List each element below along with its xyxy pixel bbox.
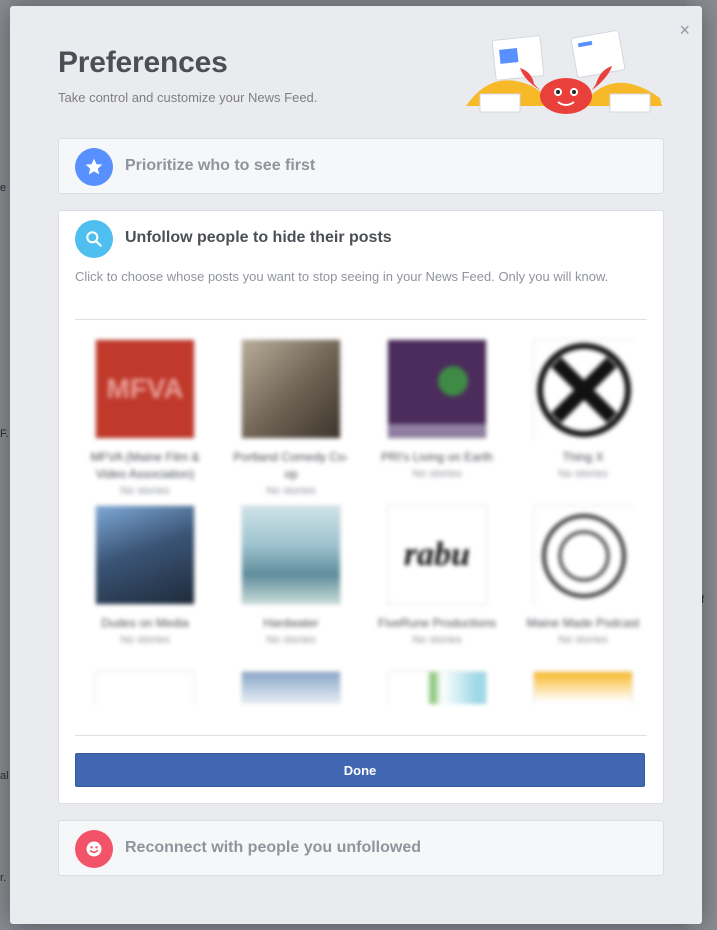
page-thumbnail: MFVA <box>95 339 195 439</box>
page-name: Portland Comedy Co-op <box>233 450 349 481</box>
page-tile[interactable]: rabu FiveRune Productions No stories <box>367 505 507 648</box>
page-tile[interactable]: MFVA MFVA (Maine Film & Video Association… <box>75 339 215 499</box>
preferences-modal: × Preferences Take control and customize… <box>10 6 702 924</box>
page-thumbnail <box>387 339 487 439</box>
page-thumbnail <box>241 339 341 439</box>
page-story-count: No stories <box>412 634 462 646</box>
page-tile[interactable]: Hardwater No stories <box>221 505 361 648</box>
pages-grid: MFVA MFVA (Maine Film & Video Association… <box>75 339 647 704</box>
prioritize-title: Prioritize who to see first <box>125 157 316 174</box>
background-text-fragment: r. <box>0 872 7 884</box>
star-icon <box>75 148 113 186</box>
page-story-count: No stories <box>558 468 608 480</box>
smile-icon <box>75 830 113 868</box>
page-story-count: No stories <box>120 485 170 497</box>
background-left-column: e F. al r. <box>0 0 10 930</box>
crab-illustration <box>466 29 662 114</box>
page-thumbnail <box>533 671 633 704</box>
divider <box>75 735 647 736</box>
page-tile[interactable]: Maine Made Podcast No stories <box>513 505 647 648</box>
search-icon <box>75 220 113 258</box>
done-button[interactable]: Done <box>75 753 645 787</box>
page-subtitle: Take control and customize your News Fee… <box>58 90 318 105</box>
divider <box>75 319 647 320</box>
page-thumbnail <box>241 505 341 605</box>
background-text-fragment: al <box>0 770 9 782</box>
page-tile[interactable]: Dudes on Media No stories <box>75 505 215 648</box>
page-tile[interactable] <box>75 671 215 704</box>
page-name: PRI's Living on Earth <box>381 450 493 464</box>
page-thumbnail: rabu <box>387 505 487 605</box>
page-story-count: No stories <box>558 634 608 646</box>
page-thumbnail <box>533 339 634 440</box>
page-story-count: No stories <box>266 485 316 497</box>
page-thumbnail <box>241 671 341 704</box>
page-name: Thing X <box>562 450 604 464</box>
page-tile[interactable] <box>367 671 507 704</box>
page-tile[interactable] <box>221 671 361 704</box>
page-story-count: No stories <box>266 634 316 646</box>
page-tile[interactable]: PRI's Living on Earth No stories <box>367 339 507 482</box>
page-name: Maine Made Podcast <box>526 616 640 630</box>
prioritize-section[interactable]: Prioritize who to see first <box>58 138 664 194</box>
page-story-count: No stories <box>412 468 462 480</box>
background-text-fragment: e <box>0 182 7 194</box>
page-thumbnail <box>95 671 195 704</box>
page-name: Hardwater <box>263 616 319 630</box>
unfollow-section: Unfollow people to hide their posts Clic… <box>58 210 664 804</box>
page-name: MFVA (Maine Film & Video Association) <box>90 450 200 481</box>
reconnect-title: Reconnect with people you unfollowed <box>125 839 422 856</box>
background-text-fragment: F. <box>0 428 9 440</box>
page-tile[interactable] <box>513 671 647 704</box>
unfollow-title: Unfollow people to hide their posts <box>125 229 392 246</box>
page-tile[interactable]: Portland Comedy Co-op No stories <box>221 339 361 499</box>
page-title: Preferences <box>58 46 228 79</box>
unfollow-description: Click to choose whose posts you want to … <box>75 269 609 284</box>
reconnect-section[interactable]: Reconnect with people you unfollowed <box>58 820 664 876</box>
page-thumbnail <box>533 505 634 606</box>
page-thumbnail <box>387 671 487 704</box>
page-thumbnail <box>95 505 195 605</box>
page-tile[interactable]: Thing X No stories <box>513 339 647 482</box>
page-name: FiveRune Productions <box>377 616 497 630</box>
page-name: Dudes on Media <box>101 616 189 630</box>
close-icon[interactable]: × <box>679 20 690 40</box>
page-story-count: No stories <box>120 634 170 646</box>
